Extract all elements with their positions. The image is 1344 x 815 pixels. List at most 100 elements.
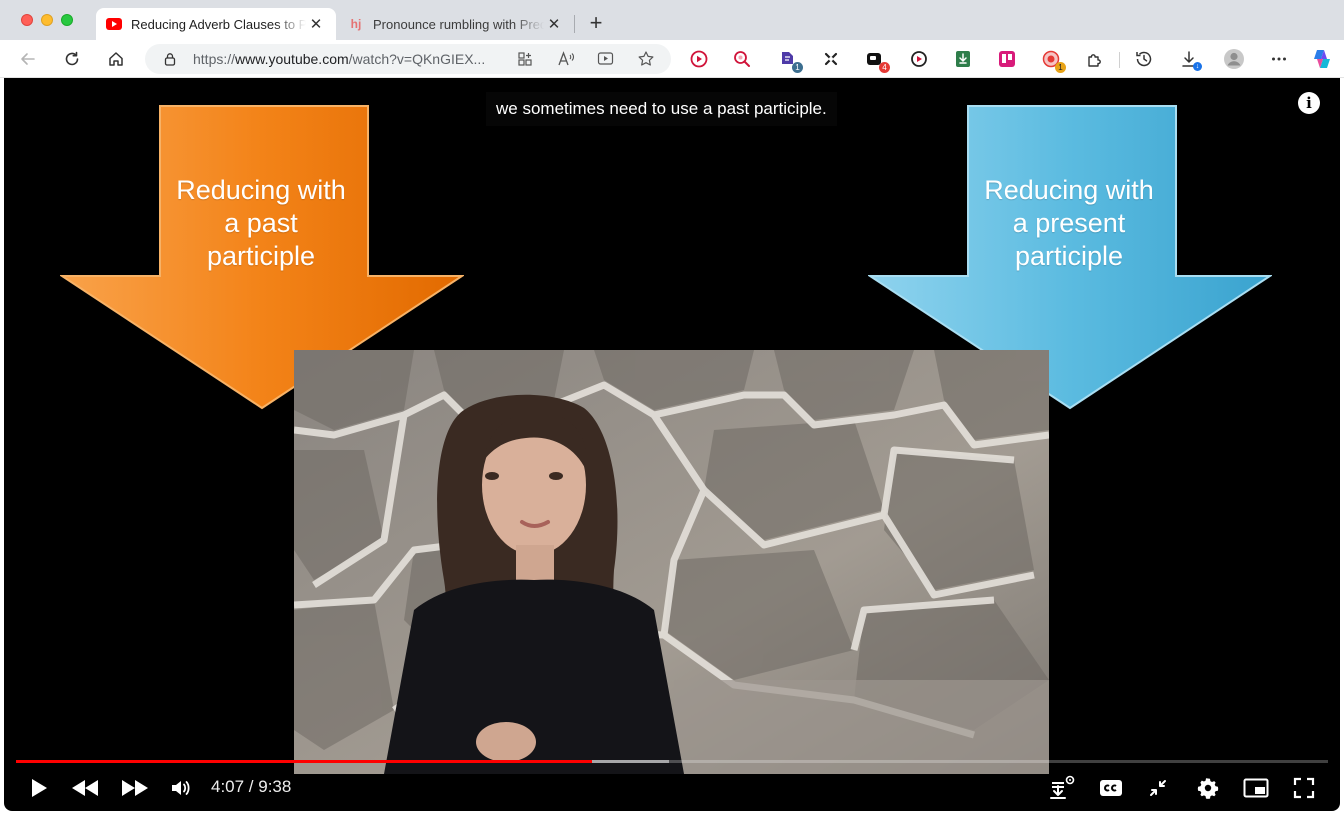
reload-button[interactable]: [58, 45, 86, 73]
back-button[interactable]: [14, 45, 42, 73]
extension-play-button[interactable]: [689, 49, 709, 69]
app-grid-icon[interactable]: [517, 51, 533, 67]
next-button[interactable]: [118, 772, 152, 804]
rewind-icon: [72, 780, 98, 796]
home-button[interactable]: [102, 45, 130, 73]
closed-captions-icon: [1100, 780, 1122, 796]
time-display: 4:07 / 9:38: [211, 777, 291, 797]
captions-button[interactable]: [1094, 772, 1128, 804]
collapse-arrows-icon: [1150, 780, 1166, 796]
arrow-label-line: participle: [206, 241, 316, 271]
download-box-icon: [956, 51, 970, 67]
search-magnify-icon: [734, 51, 750, 67]
picture-in-picture-icon: [1243, 778, 1269, 798]
video-player[interactable]: Reducing with a past participle Reducing…: [4, 78, 1340, 811]
copilot-button[interactable]: [1310, 47, 1330, 68]
present-participle-label: Reducing with a present participle: [969, 174, 1169, 273]
close-tab-icon[interactable]: ✕: [306, 14, 326, 34]
volume-icon: [172, 781, 190, 795]
tab-youtube[interactable]: Reducing Adverb Clauses to Participle Ph…: [96, 8, 336, 40]
extension-badge: 1: [1055, 62, 1066, 73]
close-tab-icon[interactable]: ✕: [544, 14, 564, 34]
play-circle-icon: [690, 50, 708, 68]
history-button[interactable]: [1134, 49, 1154, 69]
reload-icon: [65, 51, 79, 66]
youtube-favicon-icon: [106, 18, 122, 30]
favorite-star-icon[interactable]: [637, 50, 655, 68]
screen-record-icon: [911, 51, 927, 67]
fast-forward-icon: [122, 780, 148, 796]
extension-badge: 4: [879, 62, 890, 73]
past-participle-label: Reducing with a past participle: [161, 174, 361, 273]
extension-download-button[interactable]: [953, 49, 973, 69]
new-tab-button[interactable]: +: [585, 12, 607, 34]
profile-button[interactable]: [1223, 48, 1244, 69]
fullscreen-button[interactable]: [1287, 772, 1321, 804]
presenter-video-frame: [294, 350, 1049, 774]
extension-recorder-button[interactable]: 4: [865, 49, 890, 73]
more-menu-button[interactable]: [1269, 49, 1289, 69]
url-text[interactable]: https://www.youtube.com/watch?v=QKnGIEX.…: [193, 51, 505, 67]
minimize-window-button[interactable]: [41, 14, 53, 26]
info-icon[interactable]: i: [1298, 92, 1320, 114]
download-badge: ↓: [1193, 62, 1202, 71]
trello-icon: [999, 51, 1015, 67]
extension-red-circle-button[interactable]: 1: [1041, 49, 1066, 73]
time-text: 4:07 / 9:38: [211, 777, 292, 796]
tab-pronounce[interactable]: hj Pronounce rumbling with Precision ✕: [340, 8, 572, 40]
more-horizontal-icon: [1272, 57, 1286, 61]
progress-played: [16, 760, 592, 763]
extension-search-button[interactable]: [732, 49, 752, 69]
tab-strip: Reducing Adverb Clauses to Participle Ph…: [0, 0, 1344, 40]
tab-divider: [574, 15, 575, 33]
arrow-label-line: Reducing with: [984, 175, 1154, 205]
browser-toolbar: https://www.youtube.com/watch?v=QKnGIEX.…: [0, 40, 1344, 78]
extension-trello-button[interactable]: [997, 49, 1017, 69]
history-icon: [1136, 51, 1152, 67]
settings-button[interactable]: [1191, 772, 1225, 804]
copilot-icon: [1314, 50, 1330, 68]
gear-icon: [1197, 778, 1219, 799]
subtitle-caption: we sometimes need to use a past particip…: [486, 92, 837, 126]
video-capture-icon[interactable]: [597, 51, 615, 67]
miniplayer-toggle-button[interactable]: [1141, 772, 1175, 804]
arrow-label-line: Reducing with: [176, 175, 346, 205]
tab-title: Reducing Adverb Clauses to Participle Ph…: [131, 16, 306, 32]
extension-screen-record-button[interactable]: [909, 49, 929, 69]
play-button[interactable]: [22, 772, 56, 804]
progress-bar[interactable]: [16, 760, 1328, 763]
autoplay-download-button[interactable]: [1044, 772, 1078, 804]
url-path: /watch?v=QKnGIEX...: [348, 51, 486, 67]
avatar-icon: [1224, 49, 1244, 69]
miniplayer-button[interactable]: [1239, 772, 1273, 804]
cursor-sparkle-icon: [824, 52, 838, 66]
toolbar-divider: [1119, 52, 1120, 68]
tab-title: Pronounce rumbling with Precision: [373, 16, 544, 32]
presenter-scene-image: [294, 350, 1049, 774]
lock-icon: [164, 53, 176, 66]
play-icon: [32, 779, 47, 797]
address-bar[interactable]: https://www.youtube.com/watch?v=QKnGIEX.…: [145, 44, 671, 74]
read-aloud-icon[interactable]: [557, 51, 575, 67]
arrow-label-line: participle: [1014, 241, 1124, 271]
fullscreen-icon: [1293, 777, 1315, 799]
close-window-button[interactable]: [21, 14, 33, 26]
arrow-left-icon: [21, 53, 35, 65]
extensions-icon: [1088, 54, 1101, 67]
extension-puzzle-button[interactable]: 1: [778, 49, 803, 73]
home-icon: [109, 52, 123, 66]
arrow-label-line: a past: [224, 208, 298, 238]
downloads-button[interactable]: ↓: [1179, 49, 1202, 71]
extensions-button[interactable]: [1085, 49, 1105, 69]
hj-favicon-icon: hj: [350, 17, 362, 31]
extension-badge: 1: [792, 62, 803, 73]
url-host: www.youtube.com: [235, 51, 349, 67]
download-settings-icon: [1050, 775, 1075, 799]
mute-button[interactable]: [164, 772, 198, 804]
previous-button[interactable]: [68, 772, 102, 804]
zoom-window-button[interactable]: [61, 14, 73, 26]
player-controls: 4:07 / 9:38: [4, 768, 1340, 808]
arrow-label-line: a present: [1012, 208, 1126, 238]
extension-cursor-button[interactable]: [821, 49, 841, 69]
url-scheme: https://: [193, 51, 236, 67]
